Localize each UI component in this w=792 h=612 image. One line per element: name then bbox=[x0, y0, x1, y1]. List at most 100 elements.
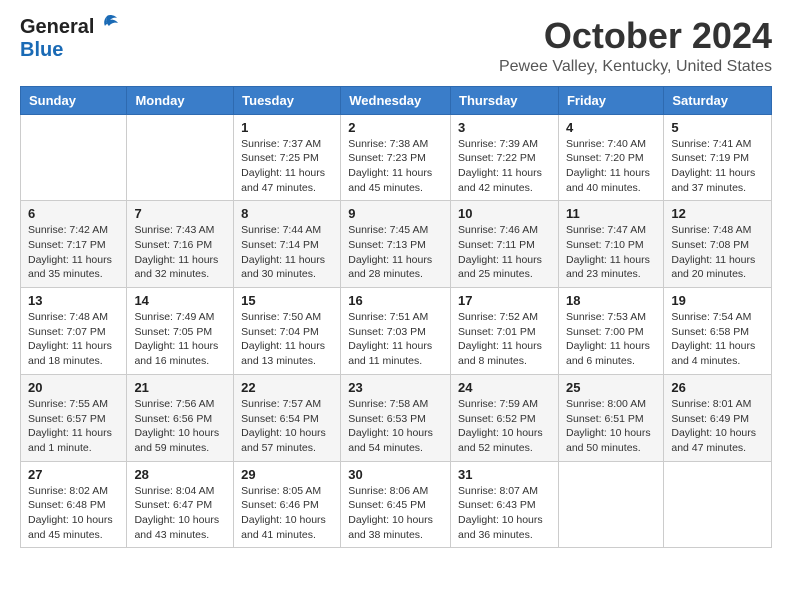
day-info: Sunrise: 7:58 AM Sunset: 6:53 PM Dayligh… bbox=[348, 397, 443, 456]
table-row: 22 Sunrise: 7:57 AM Sunset: 6:54 PM Dayli… bbox=[234, 374, 341, 461]
header-thursday: Thursday bbox=[451, 86, 559, 114]
day-number: 30 bbox=[348, 467, 443, 482]
calendar-week-row: 27 Sunrise: 8:02 AM Sunset: 6:48 PM Dayli… bbox=[21, 461, 772, 548]
day-info: Sunrise: 7:40 AM Sunset: 7:20 PM Dayligh… bbox=[566, 137, 656, 196]
day-info: Sunrise: 7:39 AM Sunset: 7:22 PM Dayligh… bbox=[458, 137, 551, 196]
table-row: 17 Sunrise: 7:52 AM Sunset: 7:01 PM Dayli… bbox=[451, 288, 559, 375]
day-number: 19 bbox=[671, 293, 764, 308]
day-info: Sunrise: 8:00 AM Sunset: 6:51 PM Dayligh… bbox=[566, 397, 656, 456]
table-row bbox=[127, 114, 234, 201]
table-row: 30 Sunrise: 8:06 AM Sunset: 6:45 PM Dayli… bbox=[341, 461, 451, 548]
day-number: 22 bbox=[241, 380, 333, 395]
day-number: 13 bbox=[28, 293, 119, 308]
day-number: 20 bbox=[28, 380, 119, 395]
table-row: 8Sunrise: 7:44 AM Sunset: 7:14 PM Daylig… bbox=[234, 201, 341, 288]
day-number: 6 bbox=[28, 206, 119, 221]
table-row: 19 Sunrise: 7:54 AM Sunset: 6:58 PM Dayli… bbox=[664, 288, 772, 375]
day-number: 7 bbox=[134, 206, 226, 221]
header-tuesday: Tuesday bbox=[234, 86, 341, 114]
table-row: 21 Sunrise: 7:56 AM Sunset: 6:56 PM Dayli… bbox=[127, 374, 234, 461]
weekday-header-row: Sunday Monday Tuesday Wednesday Thursday… bbox=[21, 86, 772, 114]
day-number: 16 bbox=[348, 293, 443, 308]
day-info: Sunrise: 7:38 AM Sunset: 7:23 PM Dayligh… bbox=[348, 137, 443, 196]
table-row: 14 Sunrise: 7:49 AM Sunset: 7:05 PM Dayli… bbox=[127, 288, 234, 375]
table-row: 18Sunrise: 7:53 AM Sunset: 7:00 PM Dayli… bbox=[558, 288, 663, 375]
day-info: Sunrise: 7:48 AM Sunset: 7:07 PM Dayligh… bbox=[28, 310, 119, 369]
calendar-week-row: 13 Sunrise: 7:48 AM Sunset: 7:07 PM Dayli… bbox=[21, 288, 772, 375]
calendar-week-row: 6 Sunrise: 7:42 AM Sunset: 7:17 PM Daylig… bbox=[21, 201, 772, 288]
table-row: 16Sunrise: 7:51 AM Sunset: 7:03 PM Dayli… bbox=[341, 288, 451, 375]
calendar-week-row: 20 Sunrise: 7:55 AM Sunset: 6:57 PM Dayli… bbox=[21, 374, 772, 461]
table-row: 12Sunrise: 7:48 AM Sunset: 7:08 PM Dayli… bbox=[664, 201, 772, 288]
day-info: Sunrise: 8:01 AM Sunset: 6:49 PM Dayligh… bbox=[671, 397, 764, 456]
day-number: 14 bbox=[134, 293, 226, 308]
page: General Blue October 2024 Pewee Valley, … bbox=[0, 0, 792, 564]
table-row: 10 Sunrise: 7:46 AM Sunset: 7:11 PM Dayli… bbox=[451, 201, 559, 288]
title-block: October 2024 Pewee Valley, Kentucky, Uni… bbox=[499, 16, 772, 76]
day-number: 17 bbox=[458, 293, 551, 308]
header-sunday: Sunday bbox=[21, 86, 127, 114]
header-monday: Monday bbox=[127, 86, 234, 114]
header-friday: Friday bbox=[558, 86, 663, 114]
day-number: 9 bbox=[348, 206, 443, 221]
day-number: 11 bbox=[566, 206, 656, 221]
day-number: 27 bbox=[28, 467, 119, 482]
day-info: Sunrise: 7:47 AM Sunset: 7:10 PM Dayligh… bbox=[566, 223, 656, 282]
logo-general-text: General bbox=[20, 16, 94, 39]
day-number: 29 bbox=[241, 467, 333, 482]
day-number: 23 bbox=[348, 380, 443, 395]
day-info: Sunrise: 7:50 AM Sunset: 7:04 PM Dayligh… bbox=[241, 310, 333, 369]
table-row: 2 Sunrise: 7:38 AM Sunset: 7:23 PM Daylig… bbox=[341, 114, 451, 201]
day-number: 26 bbox=[671, 380, 764, 395]
table-row bbox=[664, 461, 772, 548]
page-title: October 2024 bbox=[499, 16, 772, 56]
table-row: 26 Sunrise: 8:01 AM Sunset: 6:49 PM Dayli… bbox=[664, 374, 772, 461]
table-row bbox=[558, 461, 663, 548]
day-number: 8 bbox=[241, 206, 333, 221]
day-info: Sunrise: 7:57 AM Sunset: 6:54 PM Dayligh… bbox=[241, 397, 333, 456]
day-number: 1 bbox=[241, 120, 333, 135]
table-row: 27 Sunrise: 8:02 AM Sunset: 6:48 PM Dayli… bbox=[21, 461, 127, 548]
day-number: 21 bbox=[134, 380, 226, 395]
day-number: 31 bbox=[458, 467, 551, 482]
page-subtitle: Pewee Valley, Kentucky, United States bbox=[499, 58, 772, 76]
day-info: Sunrise: 7:41 AM Sunset: 7:19 PM Dayligh… bbox=[671, 137, 764, 196]
table-row: 15 Sunrise: 7:50 AM Sunset: 7:04 PM Dayli… bbox=[234, 288, 341, 375]
table-row bbox=[21, 114, 127, 201]
table-row: 31Sunrise: 8:07 AM Sunset: 6:43 PM Dayli… bbox=[451, 461, 559, 548]
day-info: Sunrise: 7:43 AM Sunset: 7:16 PM Dayligh… bbox=[134, 223, 226, 282]
day-number: 15 bbox=[241, 293, 333, 308]
day-info: Sunrise: 7:49 AM Sunset: 7:05 PM Dayligh… bbox=[134, 310, 226, 369]
day-info: Sunrise: 8:06 AM Sunset: 6:45 PM Dayligh… bbox=[348, 484, 443, 543]
table-row: 28 Sunrise: 8:04 AM Sunset: 6:47 PM Dayli… bbox=[127, 461, 234, 548]
day-info: Sunrise: 7:52 AM Sunset: 7:01 PM Dayligh… bbox=[458, 310, 551, 369]
table-row: 5Sunrise: 7:41 AM Sunset: 7:19 PM Daylig… bbox=[664, 114, 772, 201]
day-info: Sunrise: 7:48 AM Sunset: 7:08 PM Dayligh… bbox=[671, 223, 764, 282]
table-row: 7 Sunrise: 7:43 AM Sunset: 7:16 PM Daylig… bbox=[127, 201, 234, 288]
day-info: Sunrise: 7:53 AM Sunset: 7:00 PM Dayligh… bbox=[566, 310, 656, 369]
day-info: Sunrise: 7:46 AM Sunset: 7:11 PM Dayligh… bbox=[458, 223, 551, 282]
table-row: 1Sunrise: 7:37 AM Sunset: 7:25 PM Daylig… bbox=[234, 114, 341, 201]
day-info: Sunrise: 8:02 AM Sunset: 6:48 PM Dayligh… bbox=[28, 484, 119, 543]
calendar-week-row: 1Sunrise: 7:37 AM Sunset: 7:25 PM Daylig… bbox=[21, 114, 772, 201]
day-number: 10 bbox=[458, 206, 551, 221]
day-info: Sunrise: 7:59 AM Sunset: 6:52 PM Dayligh… bbox=[458, 397, 551, 456]
table-row: 13 Sunrise: 7:48 AM Sunset: 7:07 PM Dayli… bbox=[21, 288, 127, 375]
header-wednesday: Wednesday bbox=[341, 86, 451, 114]
day-info: Sunrise: 8:05 AM Sunset: 6:46 PM Dayligh… bbox=[241, 484, 333, 543]
day-info: Sunrise: 7:42 AM Sunset: 7:17 PM Dayligh… bbox=[28, 223, 119, 282]
table-row: 9Sunrise: 7:45 AM Sunset: 7:13 PM Daylig… bbox=[341, 201, 451, 288]
day-number: 2 bbox=[348, 120, 443, 135]
day-info: Sunrise: 7:56 AM Sunset: 6:56 PM Dayligh… bbox=[134, 397, 226, 456]
day-info: Sunrise: 8:04 AM Sunset: 6:47 PM Dayligh… bbox=[134, 484, 226, 543]
logo-blue-text: Blue bbox=[20, 39, 63, 62]
table-row: 24Sunrise: 7:59 AM Sunset: 6:52 PM Dayli… bbox=[451, 374, 559, 461]
logo: General Blue bbox=[20, 16, 119, 62]
logo-bird-icon bbox=[97, 14, 119, 37]
header: General Blue October 2024 Pewee Valley, … bbox=[20, 16, 772, 76]
table-row: 25Sunrise: 8:00 AM Sunset: 6:51 PM Dayli… bbox=[558, 374, 663, 461]
table-row: 23 Sunrise: 7:58 AM Sunset: 6:53 PM Dayli… bbox=[341, 374, 451, 461]
day-number: 28 bbox=[134, 467, 226, 482]
day-info: Sunrise: 7:55 AM Sunset: 6:57 PM Dayligh… bbox=[28, 397, 119, 456]
day-info: Sunrise: 7:54 AM Sunset: 6:58 PM Dayligh… bbox=[671, 310, 764, 369]
